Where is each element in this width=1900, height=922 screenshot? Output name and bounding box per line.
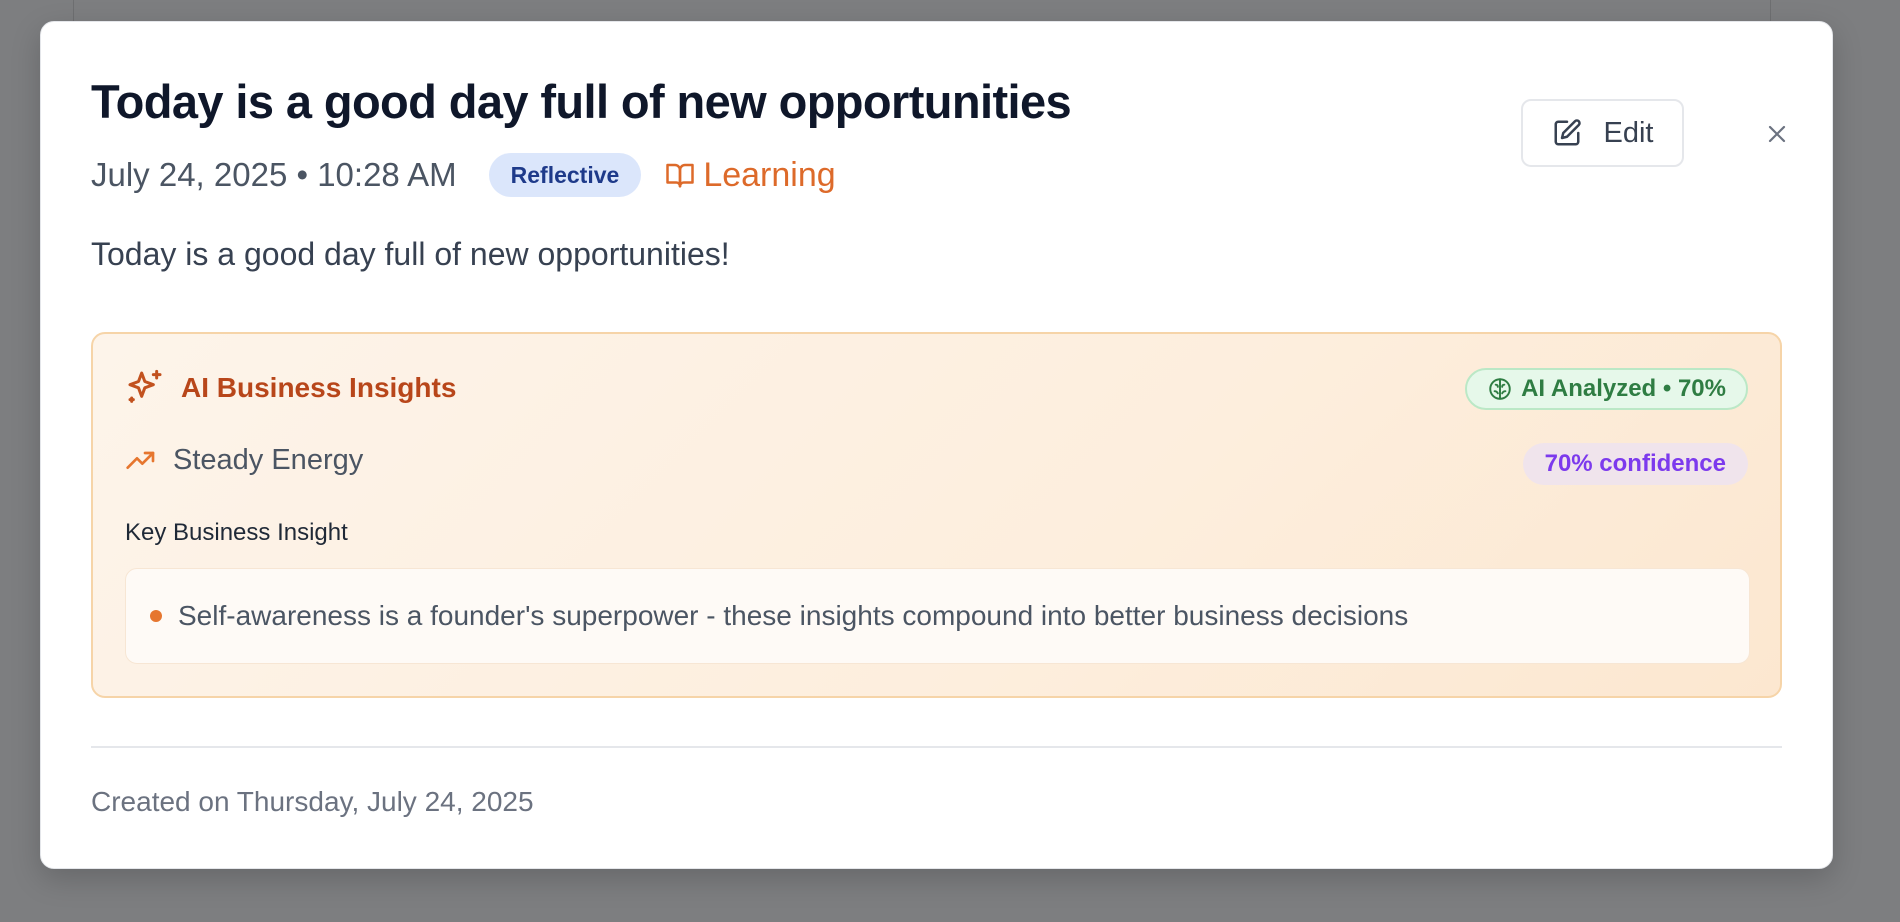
entry-date-time: July 24, 2025 • 10:28 AM (91, 156, 457, 193)
energy-label: Steady Energy (173, 444, 364, 476)
ai-analyzed-label: AI Analyzed • 70% (1521, 375, 1726, 402)
insights-header: AI Business Insights (125, 368, 456, 408)
edit-label: Edit (1603, 116, 1654, 149)
category-label: Learning (703, 155, 836, 194)
key-insight-heading: Key Business Insight (125, 519, 348, 546)
book-open-icon (666, 163, 695, 188)
brain-icon (1489, 378, 1511, 400)
entry-modal: Today is a good day full of new opportun… (40, 21, 1833, 869)
trending-up-icon (126, 451, 155, 469)
insight-item: Self-awareness is a founder's superpower… (125, 568, 1750, 664)
energy-indicator: Steady Energy (125, 444, 363, 477)
created-date: Created on Thursday, July 24, 2025 (91, 786, 534, 817)
sparkles-icon (128, 369, 162, 403)
close-button[interactable] (1759, 116, 1795, 152)
edit-pencil-icon (1554, 119, 1581, 146)
divider (91, 746, 1782, 748)
ai-analyzed-badge: AI Analyzed • 70% (1465, 368, 1748, 410)
category-tag: Learning (665, 155, 836, 195)
confidence-badge: 70% confidence (1522, 443, 1748, 485)
insights-title: AI Business Insights (181, 372, 457, 403)
edit-button[interactable]: Edit (1521, 99, 1684, 167)
close-icon (1768, 125, 1786, 143)
bullet-icon (150, 610, 162, 622)
insight-text: Self-awareness is a founder's superpower… (178, 600, 1409, 631)
entry-meta: July 24, 2025 • 10:28 AM Reflective Lear… (91, 152, 836, 198)
entry-content: Today is a good day full of new opportun… (91, 236, 730, 272)
entry-title: Today is a good day full of new opportun… (91, 75, 1072, 128)
ai-insights-card: AI Business Insights AI Analyzed • 70% S… (91, 332, 1782, 698)
mood-badge: Reflective (488, 153, 642, 197)
